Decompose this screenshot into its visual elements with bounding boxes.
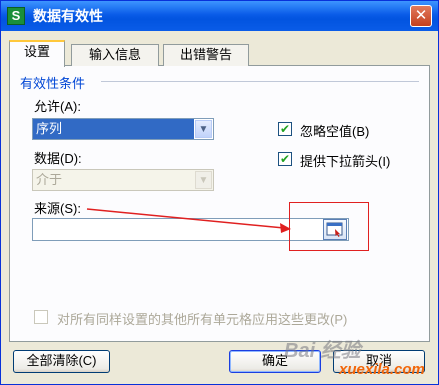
clear-all-button[interactable]: 全部清除(C): [13, 350, 110, 373]
watermark-site: xuexila.com: [339, 361, 425, 378]
watermark-baidu: Bai 经验: [284, 340, 361, 362]
data-validation-dialog: S 数据有效性 ✕ 设置 输入信息 出错警告 有效性条件 允许(A): 序列 ▼…: [0, 0, 439, 385]
annotation-highlight-box: [289, 202, 369, 251]
tab-settings[interactable]: 设置: [9, 40, 65, 67]
apply-all-checkbox[interactable]: [34, 310, 48, 324]
apply-all-label: 对所有同样设置的其他所有单元格应用这些更改(P): [57, 312, 348, 327]
